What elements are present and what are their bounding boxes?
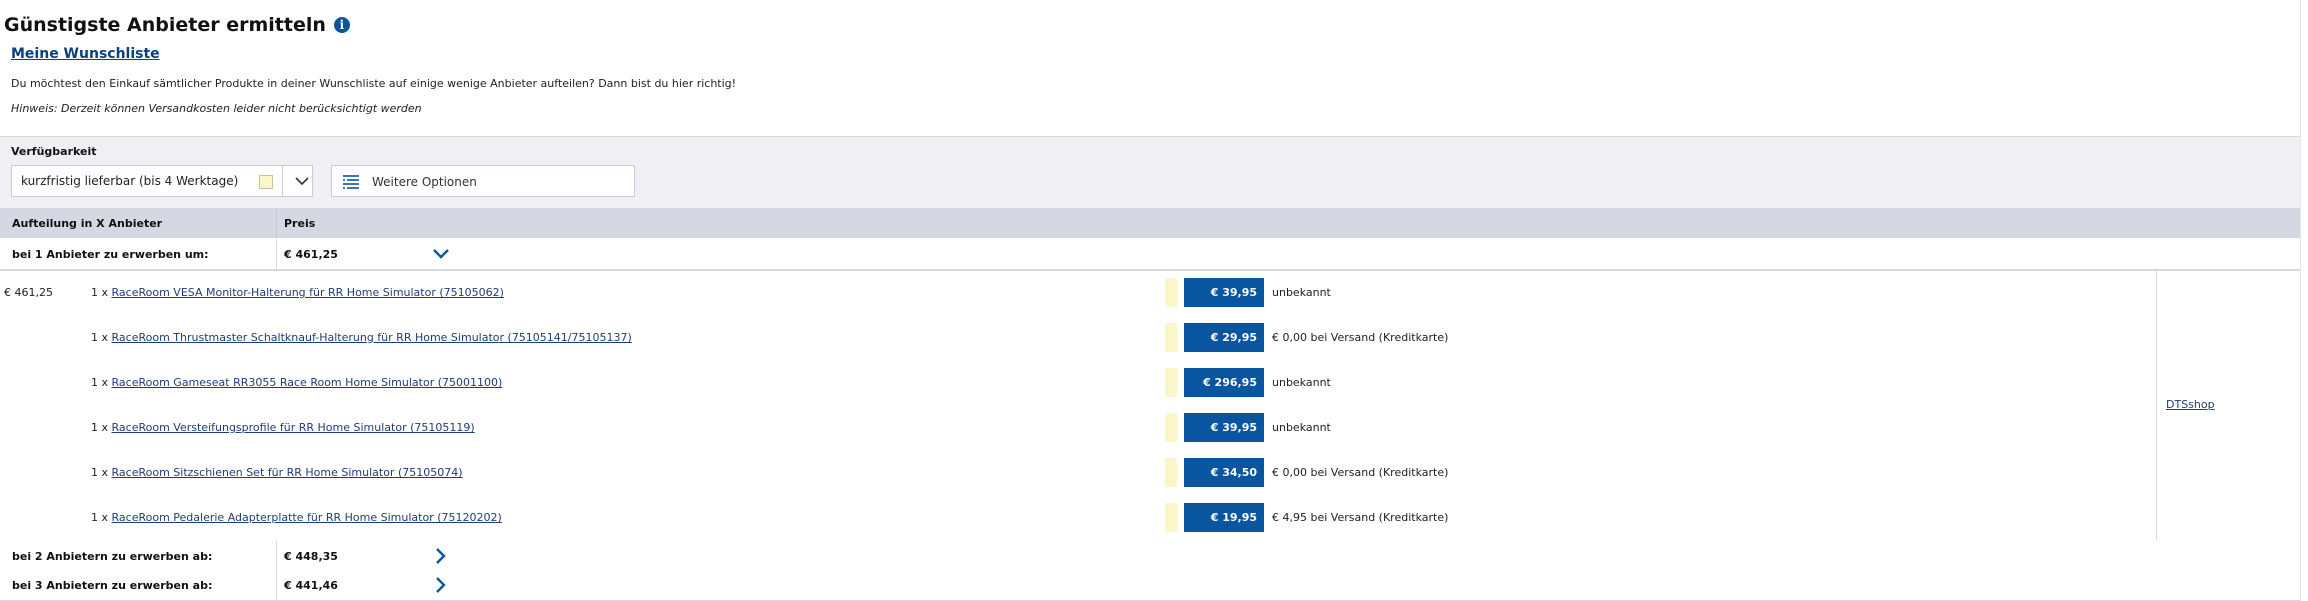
item-quantity: 1 x	[91, 511, 109, 524]
item-quantity: 1 x	[91, 376, 109, 389]
chevron-right-icon[interactable]	[432, 576, 450, 594]
column-header-split: Aufteilung in X Anbieter	[12, 217, 163, 230]
price-badge: € 39,95	[1184, 413, 1264, 442]
availability-indicator	[1165, 323, 1177, 352]
product-link[interactable]: RaceRoom Pedalerie Adapterplatte für RR …	[112, 511, 502, 524]
price-badge: € 34,50	[1184, 458, 1264, 487]
provider-row-1[interactable]: bei 1 Anbieter zu erwerben um: € 461,25	[0, 239, 2300, 270]
more-options-button[interactable]: Weitere Optionen	[331, 165, 635, 197]
product-link[interactable]: RaceRoom Gameseat RR3055 Race Room Home …	[112, 376, 503, 389]
availability-select[interactable]: kurzfristig lieferbar (bis 4 Werktage)	[11, 165, 313, 197]
provider-row-label: bei 3 Anbietern zu erwerben ab:	[12, 579, 213, 592]
column-header-price: Preis	[284, 217, 316, 230]
availability-indicator	[1165, 278, 1177, 307]
product-link[interactable]: RaceRoom VESA Monitor-Halterung für RR H…	[112, 286, 504, 299]
page-title-text: Günstigste Anbieter ermitteln	[4, 14, 326, 36]
provider-row-label: bei 2 Anbietern zu erwerben ab:	[12, 550, 213, 563]
shop-link[interactable]: DTSshop	[2166, 398, 2215, 411]
row-divider	[276, 570, 277, 600]
price-badge: € 19,95	[1184, 503, 1264, 532]
provider-detail-panel	[0, 270, 2300, 543]
item-quantity: 1 x	[91, 421, 109, 434]
availability-indicator	[1165, 458, 1177, 487]
availability-label: Verfügbarkeit	[11, 145, 97, 158]
row-divider	[276, 239, 277, 269]
price-badge: € 29,95	[1184, 323, 1264, 352]
availability-indicator	[1165, 368, 1177, 397]
list-item: 1 x RaceRoom VESA Monitor-Halterung für …	[91, 286, 504, 299]
hint-text: Hinweis: Derzeit können Versandkosten le…	[11, 102, 422, 115]
info-icon[interactable]: i	[333, 17, 350, 33]
availability-indicator	[1165, 413, 1177, 442]
item-quantity: 1 x	[91, 286, 109, 299]
wishlist-link[interactable]: Meine Wunschliste	[11, 46, 160, 62]
provider-row-label: bei 1 Anbieter zu erwerben um:	[12, 248, 209, 261]
shop-column-divider	[2156, 270, 2157, 540]
select-divider	[282, 166, 283, 196]
column-divider	[276, 208, 277, 238]
shipping-info: € 0,00 bei Versand (Kreditkarte)	[1272, 331, 1449, 344]
product-link[interactable]: RaceRoom Thrustmaster Schaltknauf-Halter…	[112, 331, 632, 344]
more-options-label: Weitere Optionen	[372, 175, 477, 189]
provider-row-price: € 448,35	[284, 550, 338, 563]
filter-options-icon	[343, 175, 359, 189]
availability-value: kurzfristig lieferbar (bis 4 Werktage)	[21, 174, 239, 188]
shipping-info: € 4,95 bei Versand (Kreditkarte)	[1272, 511, 1449, 524]
provider-row-price: € 461,25	[284, 248, 338, 261]
shipping-info: unbekannt	[1272, 421, 1331, 434]
availability-color-swatch	[259, 175, 273, 189]
list-item: 1 x RaceRoom Pedalerie Adapterplatte für…	[91, 511, 502, 524]
detail-total: € 461,25	[4, 286, 53, 299]
list-item: 1 x RaceRoom Sitzschienen Set für RR Hom…	[91, 466, 463, 479]
product-link[interactable]: RaceRoom Versteifungsprofile für RR Home…	[112, 421, 475, 434]
shipping-info: unbekannt	[1272, 376, 1331, 389]
availability-indicator	[1165, 503, 1177, 532]
price-badge: € 296,95	[1184, 368, 1264, 397]
shipping-info: € 0,00 bei Versand (Kreditkarte)	[1272, 466, 1449, 479]
table-header	[0, 208, 2300, 238]
provider-row-2[interactable]: bei 2 Anbietern zu erwerben ab: € 448,35	[0, 541, 2300, 572]
shipping-info: unbekannt	[1272, 286, 1331, 299]
chevron-right-icon[interactable]	[432, 547, 450, 565]
list-item: 1 x RaceRoom Versteifungsprofile für RR …	[91, 421, 475, 434]
item-quantity: 1 x	[91, 466, 109, 479]
list-item: 1 x RaceRoom Gameseat RR3055 Race Room H…	[91, 376, 502, 389]
price-badge: € 39,95	[1184, 278, 1264, 307]
provider-row-price: € 441,46	[284, 579, 338, 592]
chevron-down-icon[interactable]	[432, 245, 450, 263]
provider-row-3[interactable]: bei 3 Anbietern zu erwerben ab: € 441,46	[0, 570, 2300, 601]
product-link[interactable]: RaceRoom Sitzschienen Set für RR Home Si…	[112, 466, 463, 479]
row-divider	[276, 541, 277, 571]
page-title: Günstigste Anbieter ermitteln i	[4, 14, 350, 36]
item-quantity: 1 x	[91, 331, 109, 344]
list-item: 1 x RaceRoom Thrustmaster Schaltknauf-Ha…	[91, 331, 632, 344]
page-edge	[2300, 0, 2301, 601]
intro-text: Du möchtest den Einkauf sämtlicher Produ…	[11, 77, 737, 90]
chevron-down-icon[interactable]	[293, 172, 311, 190]
